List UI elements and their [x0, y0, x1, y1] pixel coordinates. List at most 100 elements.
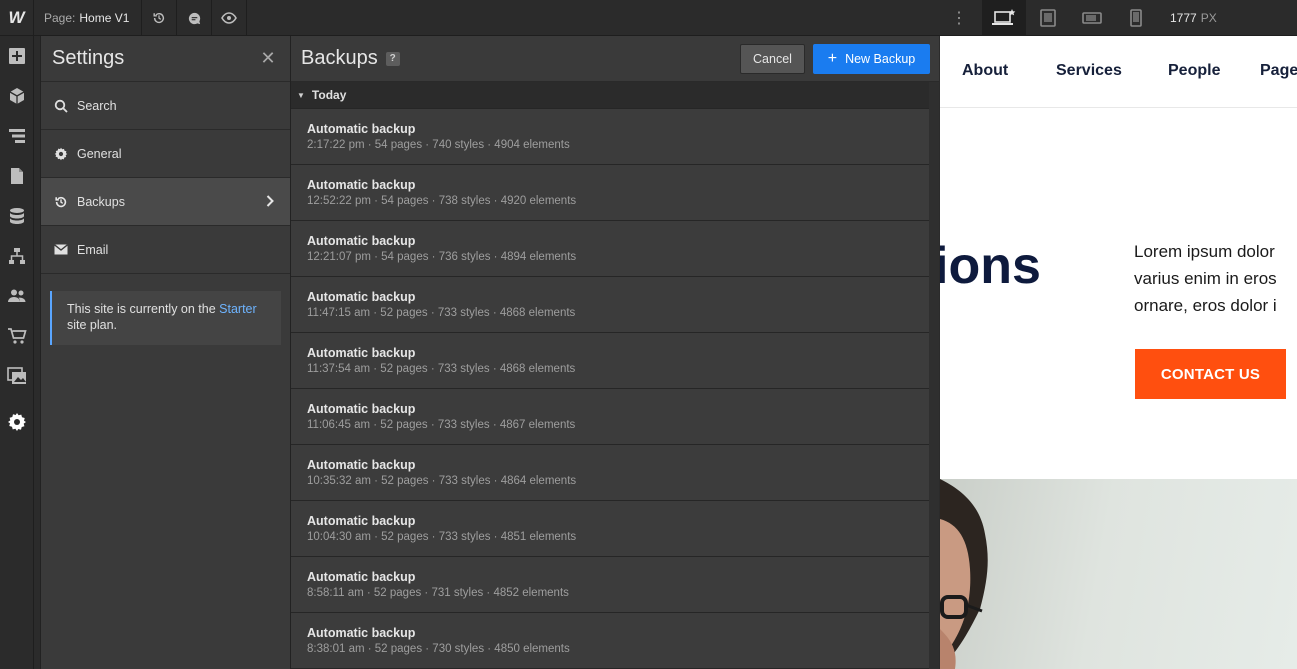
design-canvas[interactable]: About Services People Page ions Lorem ip…	[940, 36, 1297, 669]
search-icon	[53, 98, 69, 114]
backup-row[interactable]: Automatic backup 2:17:22 pm · 54 pages · …	[291, 109, 930, 165]
tablet-icon	[1040, 9, 1056, 27]
symbols-button[interactable]	[0, 76, 33, 116]
hero-line: Lorem ipsum dolor	[1134, 242, 1275, 261]
page-name: Home V1	[79, 11, 130, 25]
cart-icon	[7, 328, 27, 344]
hero-line: varius enim in eros	[1134, 269, 1277, 288]
top-toolbar: W Page: Home V1 ⋮ 1777 PX	[0, 0, 1297, 36]
backup-row[interactable]: Automatic backup 11:47:15 am · 52 pages ·…	[291, 277, 930, 333]
settings-title: Settings	[52, 47, 125, 69]
person-photo-image	[940, 479, 988, 669]
more-options-icon[interactable]: ⋮	[950, 0, 968, 36]
breakpoint-mobile-landscape[interactable]	[1070, 0, 1114, 36]
backup-group-today[interactable]: ▼ Today	[291, 82, 930, 109]
history-icon	[153, 12, 165, 24]
hero-paragraph: Lorem ipsum dolor varius enim in eros or…	[1134, 238, 1297, 319]
cms-button[interactable]	[0, 196, 33, 236]
backup-row[interactable]: Automatic backup 10:04:30 am · 52 pages ·…	[291, 501, 930, 557]
logic-button[interactable]	[0, 236, 33, 276]
phone-landscape-icon	[1082, 12, 1102, 24]
backup-row[interactable]: Automatic backup 12:21:07 pm · 54 pages ·…	[291, 221, 930, 277]
backup-row-meta: 11:47:15 am · 52 pages · 733 styles · 48…	[307, 307, 576, 319]
nav-link-people[interactable]: People	[1168, 62, 1220, 80]
preview-button[interactable]	[212, 0, 247, 36]
canvas-width-readout: 1777 PX	[1170, 0, 1217, 36]
settings-item-search[interactable]: Search	[41, 82, 290, 130]
backup-row-title: Automatic backup	[307, 458, 416, 472]
site-nav: About Services People Page	[940, 36, 1297, 108]
left-icon-rail	[0, 36, 34, 669]
settings-item-email[interactable]: Email	[41, 226, 290, 274]
backup-row-title: Automatic backup	[307, 122, 416, 136]
history-icon	[53, 194, 69, 210]
database-icon	[9, 208, 24, 224]
breakpoint-mobile-portrait[interactable]	[1114, 0, 1158, 36]
backup-row-title: Automatic backup	[307, 178, 416, 192]
cube-icon	[9, 88, 24, 104]
assets-button[interactable]	[0, 356, 33, 396]
settings-item-general[interactable]: General	[41, 130, 290, 178]
new-backup-label: New Backup	[845, 52, 916, 66]
comments-button[interactable]	[177, 0, 212, 36]
backup-row-meta: 12:21:07 pm · 54 pages · 736 styles · 48…	[307, 251, 577, 263]
nav-link-services[interactable]: Services	[1056, 62, 1122, 80]
backup-row[interactable]: Automatic backup 11:37:54 am · 52 pages ·…	[291, 333, 930, 389]
cancel-button[interactable]: Cancel	[740, 44, 805, 74]
backup-row-meta: 8:58:11 am · 52 pages · 731 styles · 485…	[307, 587, 569, 599]
settings-item-label: Email	[77, 242, 109, 257]
plan-note-suffix: site plan.	[67, 318, 118, 332]
nav-link-about[interactable]: About	[962, 62, 1008, 80]
backup-group-label: Today	[311, 88, 347, 102]
settings-header: Settings ✕	[41, 36, 290, 82]
backups-panel: Backups ? Cancel + New Backup ▼ Today Au…	[290, 36, 939, 669]
breakpoint-tablet[interactable]	[1026, 0, 1070, 36]
help-icon[interactable]: ?	[385, 51, 400, 66]
settings-button[interactable]	[0, 402, 33, 442]
settings-item-backups[interactable]: Backups	[41, 178, 290, 226]
backup-row-title: Automatic backup	[307, 626, 416, 640]
gear-icon	[7, 413, 26, 431]
scrollbar[interactable]	[929, 82, 939, 669]
settings-item-label: Backups	[77, 194, 125, 209]
site-plan-note: This site is currently on the Starter si…	[50, 291, 281, 345]
pages-button[interactable]	[0, 156, 33, 196]
images-icon	[6, 367, 26, 384]
backup-row-meta: 11:06:45 am · 52 pages · 733 styles · 48…	[307, 419, 576, 431]
backup-row[interactable]: Automatic backup 8:38:01 am · 52 pages · …	[291, 613, 930, 669]
nav-link-page[interactable]: Page	[1260, 62, 1297, 80]
navigator-button[interactable]	[0, 116, 33, 156]
plus-square-icon	[8, 48, 25, 64]
backups-header: Backups ? Cancel + New Backup	[291, 36, 939, 82]
flow-icon	[8, 248, 25, 264]
backup-row-title: Automatic backup	[307, 570, 416, 584]
backup-row[interactable]: Automatic backup 12:52:22 pm · 54 pages ·…	[291, 165, 930, 221]
webflow-logo[interactable]: W	[0, 0, 34, 36]
backup-row-title: Automatic backup	[307, 402, 416, 416]
designer-window: W Page: Home V1 ⋮ 1777 PX Settings ✕ Sea…	[0, 0, 1297, 669]
undo-history-button[interactable]	[142, 0, 177, 36]
envelope-icon	[53, 242, 69, 258]
settings-item-label: General	[77, 146, 122, 161]
contact-us-button[interactable]: CONTACT US	[1135, 349, 1286, 399]
ecommerce-button[interactable]	[0, 316, 33, 356]
chevron-right-icon	[266, 194, 274, 210]
plan-link[interactable]: Starter	[219, 302, 257, 316]
backup-row-title: Automatic backup	[307, 346, 416, 360]
page-label: Page:	[44, 11, 76, 25]
hero-heading-fragment: ions	[940, 237, 1041, 295]
page-selector[interactable]: Page: Home V1	[34, 0, 142, 36]
users-button[interactable]	[0, 276, 33, 316]
breakpoint-desktop-large[interactable]	[982, 0, 1026, 36]
backup-row[interactable]: Automatic backup 10:35:32 am · 52 pages ·…	[291, 445, 930, 501]
canvas-width-unit: PX	[1200, 11, 1217, 25]
backup-row-meta: 12:52:22 pm · 54 pages · 738 styles · 49…	[307, 195, 577, 207]
new-backup-button[interactable]: + New Backup	[813, 44, 930, 74]
add-elements-button[interactable]	[0, 36, 33, 76]
caret-down-icon: ▼	[297, 90, 305, 100]
backup-row[interactable]: Automatic backup 11:06:45 am · 52 pages ·…	[291, 389, 930, 445]
hero-line: ornare, eros dolor i	[1134, 296, 1277, 315]
backup-row-title: Automatic backup	[307, 290, 416, 304]
close-icon[interactable]: ✕	[260, 48, 276, 69]
backup-row[interactable]: Automatic backup 8:58:11 am · 52 pages · …	[291, 557, 930, 613]
